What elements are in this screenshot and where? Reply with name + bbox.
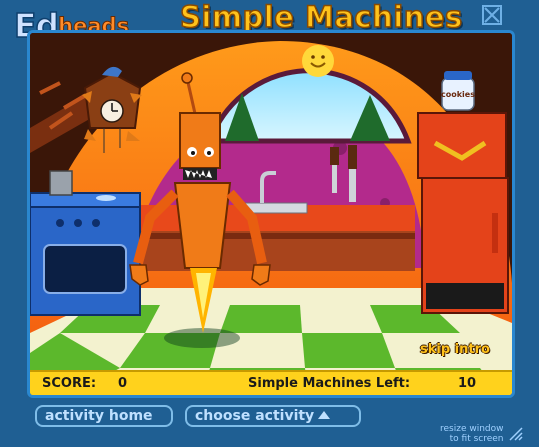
cookie-jar-label: cookies — [441, 90, 475, 99]
refrigerator — [417, 112, 509, 314]
resize-window-link[interactable]: resize window to fit screen — [440, 424, 504, 444]
resize-icon[interactable] — [508, 426, 524, 442]
choose-activity-button[interactable]: choose activity — [185, 405, 361, 427]
game-frame[interactable]: cookies skip intro SCORE: 0 Simple Machi… — [27, 30, 515, 398]
machines-left-label: Simple Machines Left: — [248, 376, 411, 391]
activity-home-button[interactable]: activity home — [35, 405, 173, 427]
robot-head — [179, 112, 221, 169]
score-value: 0 — [118, 376, 128, 391]
cleaver — [349, 168, 356, 202]
skip-intro-button[interactable]: skip intro — [420, 342, 490, 357]
kitchen-scene: cookies — [30, 33, 512, 395]
close-window-button[interactable] — [482, 5, 502, 25]
pot — [49, 170, 73, 196]
cookie-jar: cookies — [441, 71, 475, 111]
caret-up-icon — [318, 411, 331, 419]
oven-door — [43, 244, 127, 294]
stove — [30, 170, 141, 316]
activity-home-label: activity home — [45, 408, 153, 424]
sun-icon — [302, 45, 334, 77]
sink — [244, 202, 308, 214]
close-icon — [484, 7, 500, 23]
page-title: Simple Machines — [179, 0, 463, 35]
score-label: SCORE: — [42, 376, 97, 391]
knife — [332, 163, 337, 193]
robot-body — [173, 182, 232, 269]
choose-activity-label: choose activity — [195, 408, 315, 424]
status-bar: SCORE: 0 Simple Machines Left: 10 — [30, 370, 512, 395]
machines-left-value: 10 — [458, 376, 477, 391]
resize-line-1: resize window — [440, 424, 504, 434]
resize-line-2: to fit screen — [449, 434, 504, 444]
